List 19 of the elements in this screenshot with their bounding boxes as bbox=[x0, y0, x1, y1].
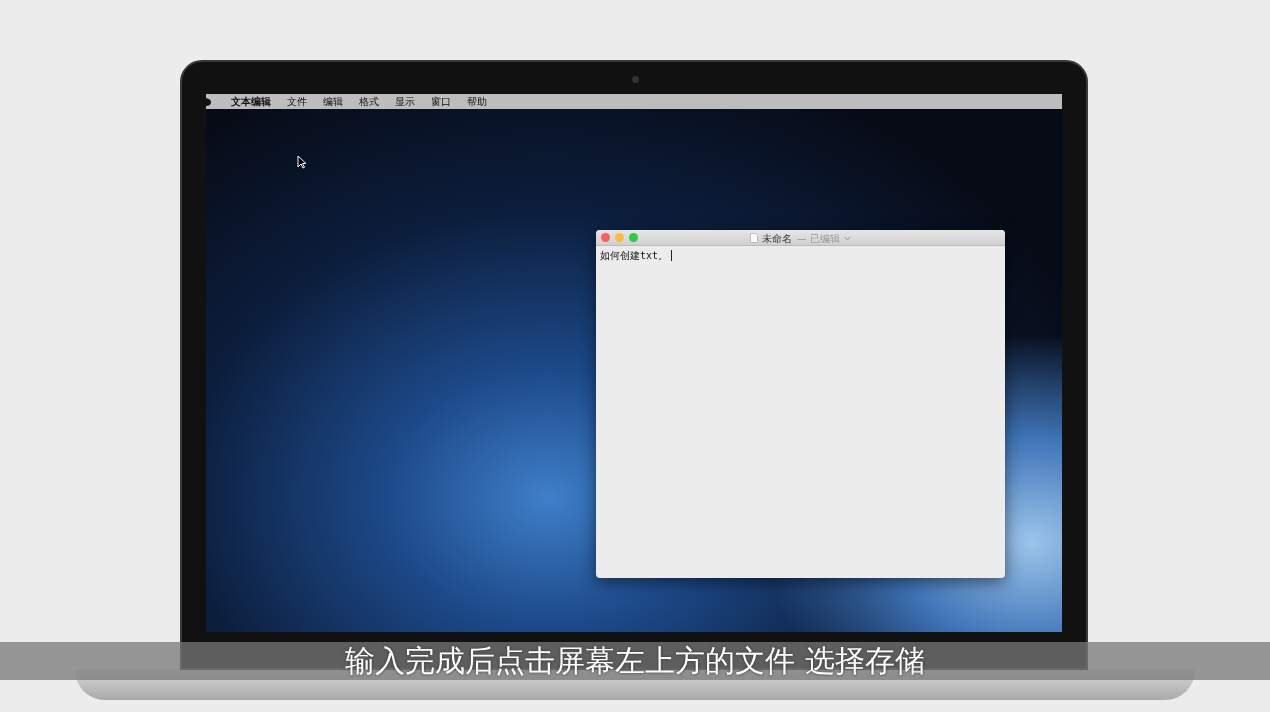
document-icon bbox=[750, 233, 759, 243]
app-menu[interactable]: 文本编辑 bbox=[223, 94, 279, 109]
menu-item[interactable]: 窗口 bbox=[423, 94, 459, 109]
pointer-icon bbox=[297, 155, 307, 169]
window-title: 未命名 bbox=[762, 231, 793, 246]
menu-item[interactable]: 文件 bbox=[279, 94, 315, 109]
zoom-button[interactable] bbox=[629, 233, 638, 242]
menu-item[interactable]: 编辑 bbox=[315, 94, 351, 109]
text-cursor bbox=[671, 250, 673, 261]
menu-item[interactable]: 显示 bbox=[387, 94, 423, 109]
chevron-icon[interactable] bbox=[843, 235, 851, 241]
close-button[interactable] bbox=[601, 233, 610, 242]
apple-icon[interactable] bbox=[206, 96, 211, 107]
menu-item[interactable]: 帮助 bbox=[459, 94, 495, 109]
minimize-button[interactable] bbox=[615, 233, 624, 242]
subtitle: 输入完成后点击屏幕左上方的文件 选择存储 bbox=[345, 642, 925, 680]
document-text: 如何创建txt。 bbox=[600, 249, 669, 263]
camera-icon bbox=[632, 76, 639, 83]
menu-item[interactable]: 格式 bbox=[351, 94, 387, 109]
